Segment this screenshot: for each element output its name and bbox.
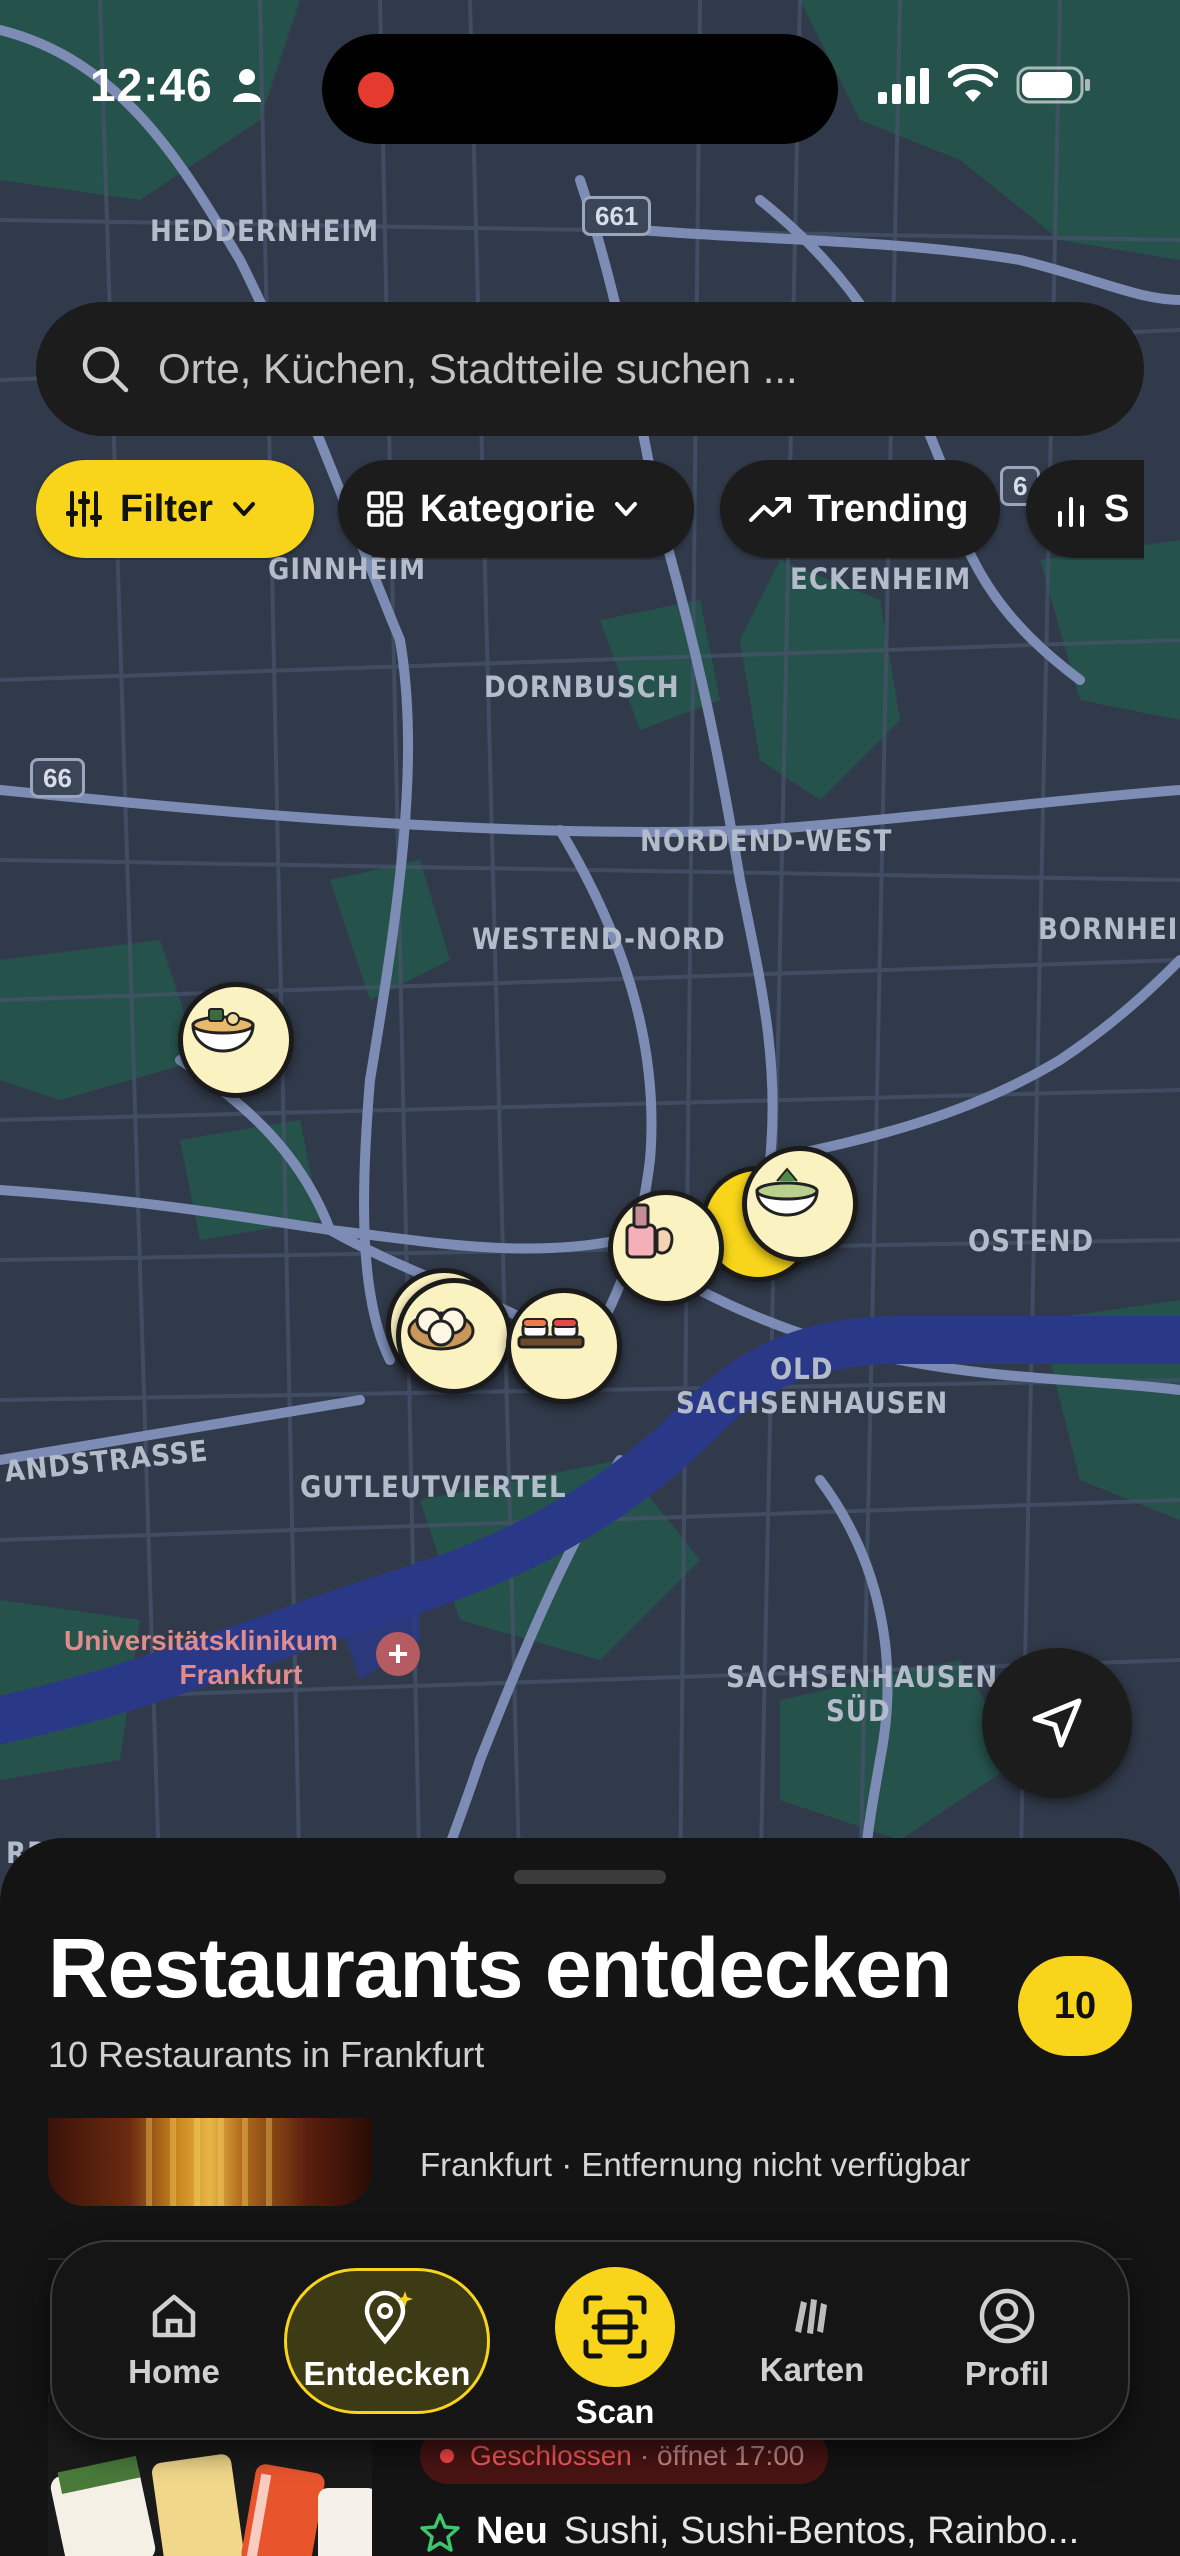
dynamic-island <box>322 34 838 144</box>
status-time: 12:46 <box>90 59 213 111</box>
kategorie-chip-label: Kategorie <box>420 487 596 530</box>
scan-icon <box>583 2295 647 2359</box>
chevron-down-icon <box>615 502 638 516</box>
map-view[interactable]: 661 66 6 HEDDERNHEIM GINNHEIM ECKENHEIM … <box>0 0 1180 1900</box>
tab-profil[interactable]: Profil <box>932 2242 1082 2438</box>
district-label: SACHSENHAUSEN <box>676 1386 949 1420</box>
sheet-drag-handle[interactable] <box>514 1870 666 1884</box>
wifi-icon <box>948 64 998 102</box>
nail-polish-pin-icon[interactable] <box>608 1190 724 1306</box>
search-bar[interactable] <box>36 302 1144 436</box>
kategorie-chip[interactable]: Kategorie <box>338 460 694 558</box>
trending-up-icon <box>749 497 791 522</box>
locate-me-button[interactable] <box>982 1648 1132 1798</box>
search-icon <box>82 346 129 393</box>
filter-chips: Filter Kategorie Trending S <box>36 460 1144 560</box>
hospital-label: Universitätsklinikum Frankfurt <box>64 1624 338 1692</box>
hospital-name: Universitätsklinikum <box>64 1625 338 1656</box>
scan-button[interactable] <box>555 2267 675 2387</box>
tab-home[interactable]: Home <box>104 2242 244 2438</box>
restaurants-sheet[interactable]: Restaurants entdecken 10 Restaurants in … <box>0 1838 1180 2556</box>
trending-chip[interactable]: Trending <box>720 460 1000 558</box>
district-label: SÜD <box>826 1694 891 1728</box>
cuisine-tags: Sushi, Sushi-Bentos, Rainbo... <box>563 2510 1080 2552</box>
district-label: OSTEND <box>968 1224 1095 1258</box>
tab-karten-label: Karten <box>759 2351 865 2388</box>
star-outline-icon <box>420 2512 460 2552</box>
tab-scan[interactable]: Scan <box>526 2242 704 2438</box>
restaurant-card-image[interactable] <box>48 2118 372 2206</box>
battery-icon <box>1016 66 1090 104</box>
recording-indicator <box>358 72 394 108</box>
grid-icon <box>367 491 403 527</box>
map-pin-sparkle-icon <box>364 2290 413 2345</box>
restaurant-card-info: Neu Sushi, Sushi-Bentos, Rainbo... <box>420 2510 1079 2553</box>
noodle-bowl-pin-icon[interactable] <box>742 1146 858 1262</box>
hospital-city: Frankfurt <box>179 1659 303 1690</box>
tab-profil-label: Profil <box>964 2355 1050 2392</box>
navigation-arrow-icon <box>1032 1698 1082 1748</box>
person-icon <box>233 69 261 102</box>
district-label: WESTEND-NORD <box>472 922 726 956</box>
tab-karten[interactable]: Karten <box>732 2242 892 2438</box>
status-dot <box>440 2449 454 2463</box>
road-shield-661: 661 <box>582 196 652 236</box>
status-opening-time: · öffnet 17:00 <box>639 2440 805 2471</box>
ramen-pin-icon[interactable] <box>178 982 294 1098</box>
district-label: DORNBUSCH <box>484 670 680 704</box>
tab-scan-label: Scan <box>575 2393 655 2430</box>
home-icon <box>152 2294 196 2338</box>
sliders-icon <box>66 491 102 527</box>
cellular-signal-icon <box>878 68 929 104</box>
trending-chip-label: Trending <box>808 487 969 530</box>
restaurant-count-badge: 10 <box>1018 1956 1132 2056</box>
sheet-title: Restaurants entdecken <box>48 1921 952 2015</box>
chevron-down-icon <box>232 502 255 516</box>
dumpling-basket-pin-icon[interactable] <box>396 1278 512 1394</box>
status-text: Geschlossen <box>470 2440 632 2471</box>
district-label: GUTLEUTVIERTEL <box>300 1470 567 1504</box>
restaurant-card-meta: Frankfurt · Entfernung nicht verfügbar <box>420 2146 971 2183</box>
road-shield-66: 66 <box>30 758 85 798</box>
district-label: HEDDERNHEIM <box>150 214 380 248</box>
sheet-subtitle: 10 Restaurants in Frankfurt <box>48 2034 485 2075</box>
status-bar: 12:46 <box>0 0 1180 170</box>
tab-entdecken-label: Entdecken <box>303 2355 471 2392</box>
sort-chip-label: S <box>1104 487 1130 530</box>
district-label: NORDEND-WEST <box>640 824 893 858</box>
district-label: SACHSENHAUSEN- <box>726 1660 1011 1694</box>
district-label: ECKENHEIM <box>790 562 972 596</box>
sushi-pin-icon[interactable] <box>506 1288 622 1404</box>
hospital-icon: + <box>376 1632 420 1676</box>
district-label: BORNHEIM <box>1038 912 1180 946</box>
tab-entdecken[interactable]: Entdecken <box>284 2268 490 2414</box>
filter-chip-label: Filter <box>120 487 213 530</box>
tab-home-label: Home <box>128 2353 220 2390</box>
bar-chart-icon <box>1058 497 1084 527</box>
tab-bar: Home Entdecken Scan Karten Profil <box>50 2240 1130 2440</box>
sort-chip[interactable]: S <box>1026 460 1144 558</box>
profile-icon <box>979 2288 1035 2344</box>
new-label: Neu <box>476 2510 548 2552</box>
filter-chip[interactable]: Filter <box>36 460 314 558</box>
search-input[interactable] <box>158 345 1058 393</box>
cards-icon <box>795 2299 827 2334</box>
district-label: OLD <box>770 1352 834 1386</box>
